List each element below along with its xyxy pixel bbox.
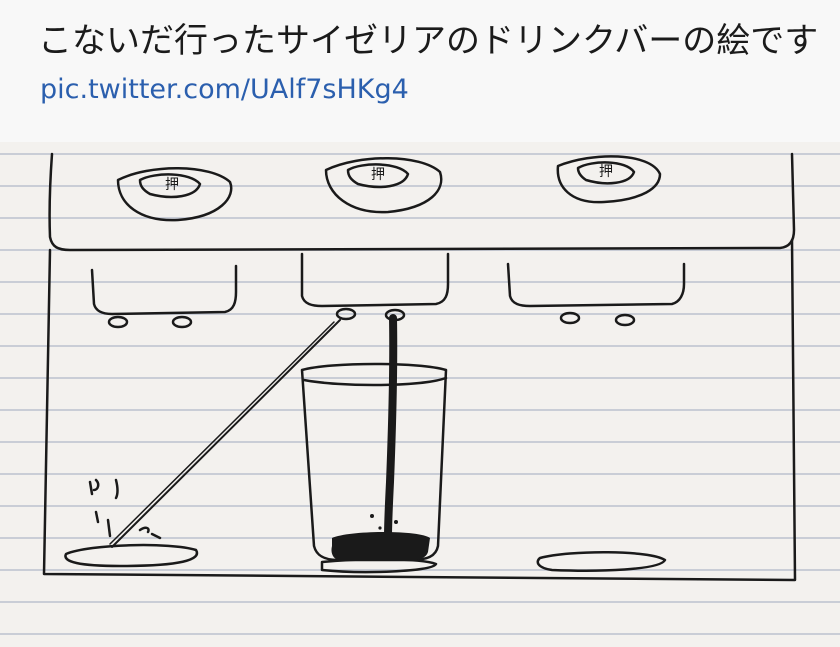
- tweet-text: こないだ行ったサイゼリアのドリンクバーの絵です: [38, 21, 819, 61]
- tweet-image-link[interactable]: pic.twitter.com/UAlf7sHKg4: [40, 72, 409, 108]
- drink-bar-drawing[interactable]: 押 押 押: [0, 142, 840, 647]
- button-2-label: 押: [371, 167, 385, 183]
- tweet-header: こないだ行ったサイゼリアのドリンクバーの絵です pic.twitter.com/…: [0, 0, 840, 142]
- button-1-label: 押: [165, 177, 179, 193]
- drink-fill: [331, 532, 430, 560]
- button-3-label: 押: [599, 164, 613, 180]
